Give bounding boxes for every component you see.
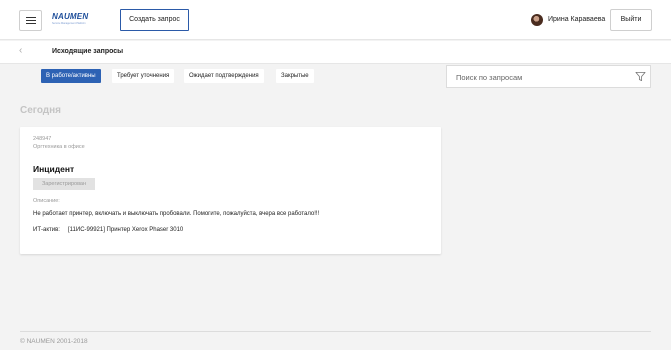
- page-title: Исходящие запросы: [52, 48, 124, 55]
- hamburger-icon-line: [26, 17, 36, 18]
- create-request-button[interactable]: Создать запрос: [120, 9, 189, 31]
- status-badge: Зарегистрирован: [33, 178, 95, 190]
- search-input[interactable]: [456, 71, 626, 83]
- asset-label: ИТ-актив:: [33, 227, 60, 233]
- naumen-logo[interactable]: NAUMEN Service Management Platform: [52, 13, 96, 27]
- section-title-today: Сегодня: [20, 105, 62, 116]
- logo-tagline: Service Management Platform: [52, 22, 86, 25]
- user-avatar[interactable]: [531, 14, 543, 26]
- tab-closed[interactable]: Закрытые: [276, 69, 314, 83]
- description-label: Описание:: [33, 198, 60, 204]
- request-category: Оргтехника в офисе: [33, 144, 85, 150]
- search-box: [446, 65, 651, 88]
- tab-needs-clarification[interactable]: Требует уточнения: [112, 69, 175, 83]
- tab-active-requests[interactable]: В работе/активны: [41, 69, 101, 83]
- logo-text: NAUMEN: [52, 12, 89, 21]
- request-type: Инцидент: [33, 164, 75, 174]
- chevron-left-icon[interactable]: ‹: [19, 46, 22, 56]
- description-text: Не работает принтер, включать и выключат…: [33, 211, 320, 217]
- footer-copyright: © NAUMEN 2001-2018: [20, 338, 88, 345]
- footer-divider: [20, 331, 651, 332]
- top-navigation-bar: NAUMEN Service Management Platform Созда…: [0, 0, 671, 40]
- request-number: 248947: [33, 136, 52, 142]
- logout-button[interactable]: Выйти: [610, 9, 652, 31]
- user-name[interactable]: Ирина Караваева: [548, 16, 605, 23]
- hamburger-icon-line: [26, 23, 36, 24]
- filter-icon[interactable]: [635, 71, 646, 82]
- tab-awaiting-confirmation[interactable]: Ожидает подтверждения: [184, 69, 264, 83]
- asset-value: [11ИС-99921] Принтер Xerox Phaser 3010: [68, 227, 184, 233]
- hamburger-menu-button[interactable]: [19, 10, 42, 31]
- request-card[interactable]: 248947 Оргтехника в офисе Инцидент Зарег…: [20, 127, 441, 254]
- hamburger-icon-line: [26, 20, 36, 21]
- page-header: ‹ Исходящие запросы: [0, 41, 671, 64]
